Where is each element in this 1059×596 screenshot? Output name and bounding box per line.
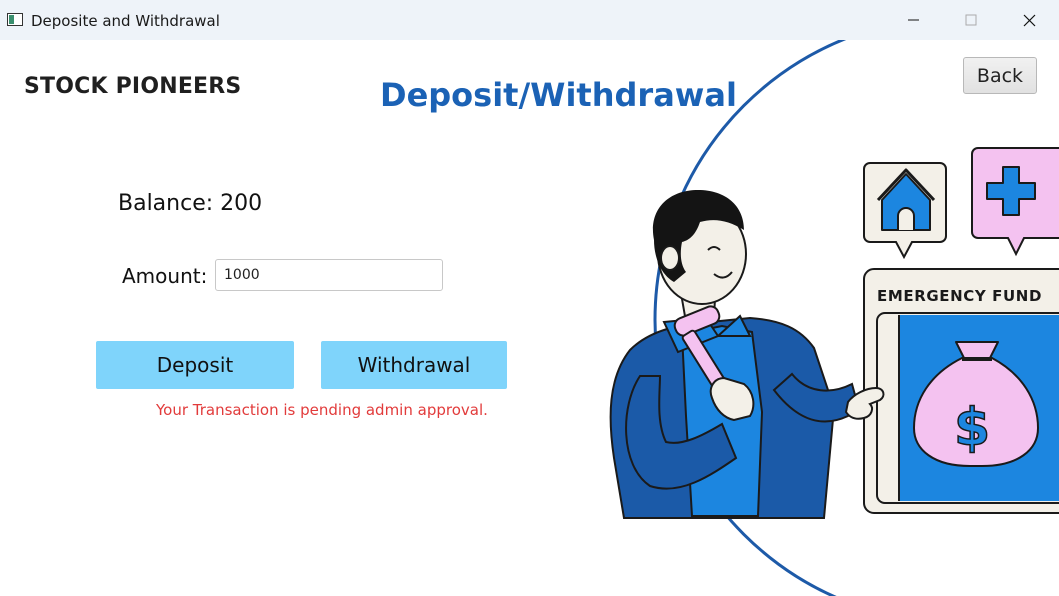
- close-button[interactable]: [1001, 0, 1059, 40]
- emergency-fund-illustration: EMERGENCY FUND $: [609, 40, 1059, 596]
- page-title: Deposit/Withdrawal: [380, 76, 737, 114]
- balance-text: Balance: 200: [118, 191, 263, 216]
- deposit-button[interactable]: Deposit: [96, 341, 294, 389]
- minimize-button[interactable]: [885, 0, 943, 40]
- maximize-button[interactable]: [943, 0, 1001, 40]
- amount-input[interactable]: [215, 259, 443, 291]
- window-title: Deposite and Withdrawal: [31, 12, 220, 30]
- withdrawal-button[interactable]: Withdrawal: [321, 341, 507, 389]
- close-icon: [1023, 14, 1036, 27]
- emergency-fund-text: EMERGENCY FUND: [877, 287, 1042, 305]
- window-titlebar: Deposite and Withdrawal: [0, 0, 1059, 40]
- house-bubble: [863, 162, 947, 260]
- amount-label: Amount:: [122, 264, 208, 288]
- dollar-icon: $: [954, 398, 990, 458]
- back-button[interactable]: Back: [963, 57, 1037, 94]
- emergency-fund-sign: EMERGENCY FUND $: [863, 268, 1059, 514]
- person-figure: [609, 190, 885, 519]
- maximize-icon: [965, 14, 977, 26]
- app-icon: [7, 13, 23, 26]
- minimize-icon: [908, 19, 919, 21]
- brand-logo-text: STOCK PIONEERS: [24, 74, 242, 99]
- medical-bubble: [971, 147, 1059, 257]
- status-message: Your Transaction is pending admin approv…: [156, 401, 488, 419]
